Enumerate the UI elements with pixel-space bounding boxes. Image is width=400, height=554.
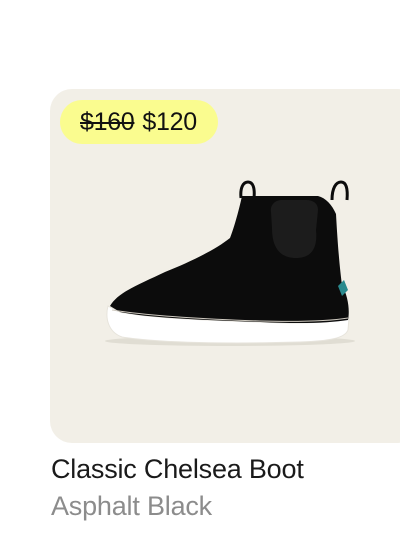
sale-price: $120: [142, 107, 197, 136]
original-price: $160: [80, 107, 135, 136]
product-title[interactable]: Classic Chelsea Boot: [51, 454, 304, 485]
price-badge: $160 $120: [60, 100, 218, 144]
product-card[interactable]: $160 $120 Classic Chelsea Boot Asphalt B…: [0, 0, 400, 554]
product-color-name: Asphalt Black: [51, 491, 212, 521]
